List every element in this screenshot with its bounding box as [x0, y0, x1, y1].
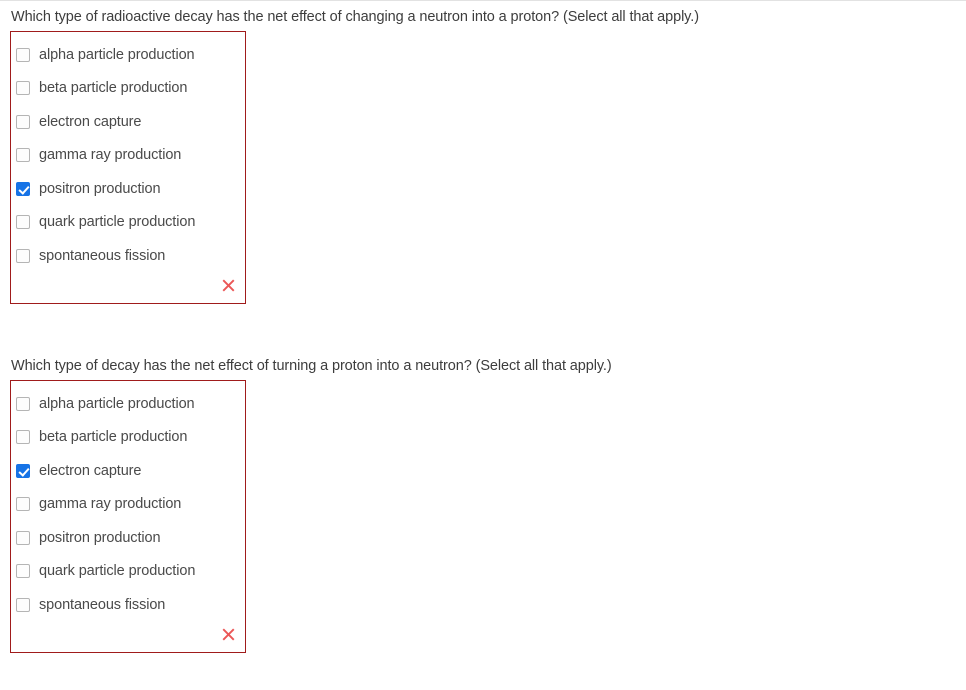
- option-row[interactable]: quark particle production: [11, 206, 245, 240]
- option-label: spontaneous fission: [39, 247, 166, 264]
- checkbox-beta-particle-production-2[interactable]: [16, 430, 30, 445]
- question-block-2: Which type of decay has the net effect o…: [0, 357, 612, 653]
- option-label: positron production: [39, 180, 161, 197]
- option-label: electron capture: [39, 462, 142, 479]
- option-row[interactable]: beta particle production: [11, 421, 245, 455]
- result-indicator-1: [11, 273, 245, 299]
- question-block-1: Which type of radioactive decay has the …: [0, 8, 699, 304]
- checkbox-positron-production-1[interactable]: [16, 181, 30, 196]
- checkbox-quark-particle-production-2[interactable]: [16, 564, 30, 579]
- option-row[interactable]: gamma ray production: [11, 139, 245, 173]
- answer-options-box-1: alpha particle production beta particle …: [10, 31, 246, 304]
- option-label: gamma ray production: [39, 496, 182, 513]
- option-row[interactable]: positron production: [11, 521, 245, 555]
- option-label: electron capture: [39, 113, 142, 130]
- option-label: beta particle production: [39, 429, 188, 446]
- option-label: gamma ray production: [39, 147, 182, 164]
- checkbox-beta-particle-production-1[interactable]: [16, 81, 30, 96]
- option-label: alpha particle production: [39, 46, 195, 63]
- x-mark-icon: [222, 628, 235, 641]
- option-label: spontaneous fission: [39, 596, 166, 613]
- x-mark-icon: [222, 279, 235, 292]
- checkbox-quark-particle-production-1[interactable]: [16, 215, 30, 230]
- checkbox-spontaneous-fission-2[interactable]: [16, 597, 30, 612]
- option-row[interactable]: alpha particle production: [11, 38, 245, 72]
- option-label: quark particle production: [39, 214, 196, 231]
- page-top-divider: [0, 0, 966, 1]
- option-label: alpha particle production: [39, 395, 195, 412]
- checkbox-electron-capture-2[interactable]: [16, 463, 30, 478]
- answer-options-box-2: alpha particle production beta particle …: [10, 380, 246, 653]
- checkbox-electron-capture-1[interactable]: [16, 114, 30, 129]
- option-row[interactable]: quark particle production: [11, 555, 245, 589]
- option-label: beta particle production: [39, 80, 188, 97]
- option-row[interactable]: spontaneous fission: [11, 239, 245, 273]
- checkbox-positron-production-2[interactable]: [16, 530, 30, 545]
- option-row[interactable]: gamma ray production: [11, 488, 245, 522]
- result-indicator-2: [11, 622, 245, 648]
- option-row[interactable]: alpha particle production: [11, 387, 245, 421]
- checkbox-spontaneous-fission-1[interactable]: [16, 248, 30, 263]
- checkbox-alpha-particle-production-2[interactable]: [16, 396, 30, 411]
- option-row[interactable]: spontaneous fission: [11, 588, 245, 622]
- option-row[interactable]: electron capture: [11, 105, 245, 139]
- option-row[interactable]: positron production: [11, 172, 245, 206]
- checkbox-alpha-particle-production-1[interactable]: [16, 47, 30, 62]
- option-label: positron production: [39, 529, 161, 546]
- question-prompt-1: Which type of radioactive decay has the …: [11, 9, 699, 25]
- checkbox-gamma-ray-production-1[interactable]: [16, 148, 30, 163]
- option-row[interactable]: beta particle production: [11, 72, 245, 106]
- option-label: quark particle production: [39, 563, 196, 580]
- option-row[interactable]: electron capture: [11, 454, 245, 488]
- checkbox-gamma-ray-production-2[interactable]: [16, 497, 30, 512]
- question-prompt-2: Which type of decay has the net effect o…: [11, 358, 612, 374]
